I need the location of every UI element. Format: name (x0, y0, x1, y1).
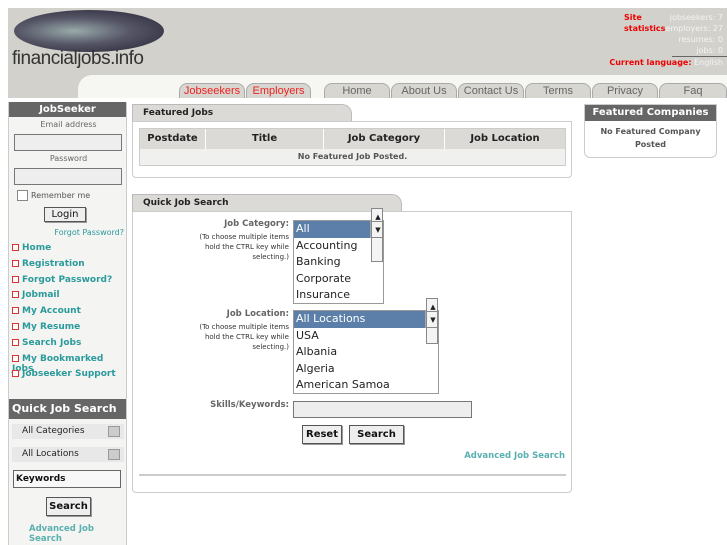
bullet-icon (12, 259, 19, 267)
tab-home[interactable]: Home (324, 83, 390, 98)
sidebar-link-home[interactable]: Home (12, 243, 126, 259)
list-option[interactable]: Albania (294, 344, 438, 361)
category-select[interactable]: All Categories (12, 424, 124, 439)
list-option[interactable]: Algeria (294, 361, 438, 378)
category-listbox[interactable]: All Categories Accounting Banking Corpor… (293, 208, 384, 304)
reset-button[interactable]: Reset (302, 425, 342, 444)
list-option[interactable]: Banking (294, 254, 383, 271)
advanced-search-link[interactable]: Advanced Job Search (464, 451, 565, 461)
stat-jobs: jobs: 0 (696, 46, 723, 55)
stats-title: Site (624, 13, 642, 22)
sidebar-link-registration[interactable]: Registration (12, 259, 126, 275)
sidebar-link-forgot-password[interactable]: Forgot Password? (12, 275, 126, 291)
stats-title: statistics (624, 24, 666, 33)
table-header: Postdate Title Job Category Job Location (140, 129, 565, 149)
tab-terms[interactable]: Terms (525, 83, 591, 98)
quick-search-panel-title: Quick Job Search (132, 194, 402, 211)
sidebar-link-jobseeker-support[interactable]: Jobseeker Support (12, 369, 126, 385)
skills-keywords-input[interactable] (293, 401, 472, 418)
language-label: Current language: (609, 58, 692, 67)
featured-jobs-table: Postdate Title Job Category Job Location… (139, 128, 566, 166)
scrollbar[interactable]: ▲▲▼ (370, 208, 383, 262)
tab-contact-us[interactable]: Contact Us (458, 83, 524, 98)
stat-jobseekers: jobseekers: 7 (669, 13, 723, 22)
featured-jobs-panel: Postdate Title Job Category Job Location… (132, 121, 572, 178)
sidebar-links: Home Registration Forgot Password? Jobma… (12, 243, 126, 385)
list-option[interactable]: All Categories (294, 221, 370, 252)
bullet-icon (12, 291, 19, 299)
tab-privacy[interactable]: Privacy (592, 83, 658, 98)
tab-about-us[interactable]: About Us (391, 83, 457, 98)
sidebar-advanced-search-link[interactable]: Advanced Job Search (29, 524, 126, 544)
empty-message: No Featured Job Posted. (140, 149, 565, 165)
email-label: Email address (40, 120, 97, 129)
stat-employers: employers: 27 (665, 24, 723, 33)
quick-search-title: Quick Job Search (9, 399, 126, 419)
featured-companies-panel: Featured Companies No Featured Company P… (584, 104, 717, 158)
scrollbar[interactable]: ▲▲▼ (425, 298, 438, 344)
tab-faq[interactable]: Faq (659, 83, 727, 98)
category-label: Job Category: (224, 219, 289, 229)
bullet-icon (12, 244, 19, 251)
bullet-icon (12, 275, 19, 283)
language-value[interactable]: English (694, 58, 723, 67)
chevron-down-icon (108, 449, 120, 460)
location-listbox[interactable]: All Locations USA Albania Algeria Americ… (293, 298, 439, 394)
list-option[interactable]: Insurance (294, 287, 383, 304)
stat-resumes: resumes: 0 (678, 35, 723, 44)
divider (672, 56, 727, 57)
keywords-label: Skills/Keywords: (210, 400, 289, 410)
email-field[interactable] (14, 134, 122, 151)
language: Current language: English (609, 58, 723, 67)
keywords-input[interactable]: Keywords (13, 470, 121, 488)
list-option[interactable]: All Locations (294, 311, 425, 328)
featured-companies-title: Featured Companies (585, 105, 716, 121)
list-option[interactable]: Accounting (294, 238, 383, 255)
list-option[interactable]: USA (294, 328, 438, 345)
featured-jobs-title: Featured Jobs (132, 104, 352, 121)
sidebar: JobSeeker Email address Password Remembe… (8, 102, 127, 545)
sidebar-link-search-jobs[interactable]: Search Jobs (12, 338, 126, 354)
bullet-icon (12, 354, 19, 362)
login-button[interactable]: Login (44, 207, 86, 222)
column-header: Job Category (324, 129, 445, 149)
sidebar-link-my-account[interactable]: My Account (12, 306, 126, 322)
tab-jobseekers[interactable]: Jobseekers (179, 83, 245, 98)
tab-employers[interactable]: Employers (246, 83, 311, 98)
search-button[interactable]: Search (349, 425, 404, 444)
remember-checkbox[interactable] (17, 190, 28, 201)
list-option[interactable]: American Samoa (294, 377, 438, 394)
empty-message: No Featured Company Posted (600, 127, 701, 149)
sidebar-title: JobSeeker (9, 102, 126, 117)
forgot-password-link[interactable]: Forgot Password? (54, 228, 124, 237)
scroll-down-icon[interactable]: ▼ (371, 221, 383, 238)
location-label: Job Location: (226, 309, 289, 319)
location-hint: (To choose multiple items hold the CTRL k… (199, 323, 289, 351)
sidebar-link-bookmarked-jobs[interactable]: My Bookmarked Jobs (12, 354, 126, 374)
password-label: Password (49, 154, 88, 163)
divider (139, 474, 566, 476)
column-header: Postdate (140, 129, 206, 149)
bullet-icon (12, 338, 19, 346)
sidebar-link-my-resume[interactable]: My Resume (12, 322, 126, 338)
column-header: Job Location (470, 133, 540, 144)
chevron-down-icon (108, 426, 120, 437)
password-field[interactable] (14, 168, 122, 185)
logo-text[interactable]: financialjobs.info (12, 48, 144, 70)
remember-label: Remember me (31, 191, 91, 200)
bullet-icon (12, 370, 19, 378)
sidebar-link-jobmail[interactable]: Jobmail (12, 290, 126, 306)
bullet-icon (12, 322, 19, 330)
bullet-icon (12, 307, 19, 315)
location-select[interactable]: All Locations (12, 447, 124, 462)
scroll-down-icon[interactable]: ▼ (426, 311, 438, 328)
list-option[interactable]: Corporate (294, 271, 383, 288)
column-header: Title (206, 129, 324, 149)
logo-image[interactable] (14, 10, 164, 52)
sidebar-search-button[interactable]: Search (46, 497, 91, 516)
category-hint: (To choose multiple items hold the CTRL k… (199, 233, 289, 261)
quick-search-panel: Job Category: (To choose multiple items h… (132, 208, 572, 493)
